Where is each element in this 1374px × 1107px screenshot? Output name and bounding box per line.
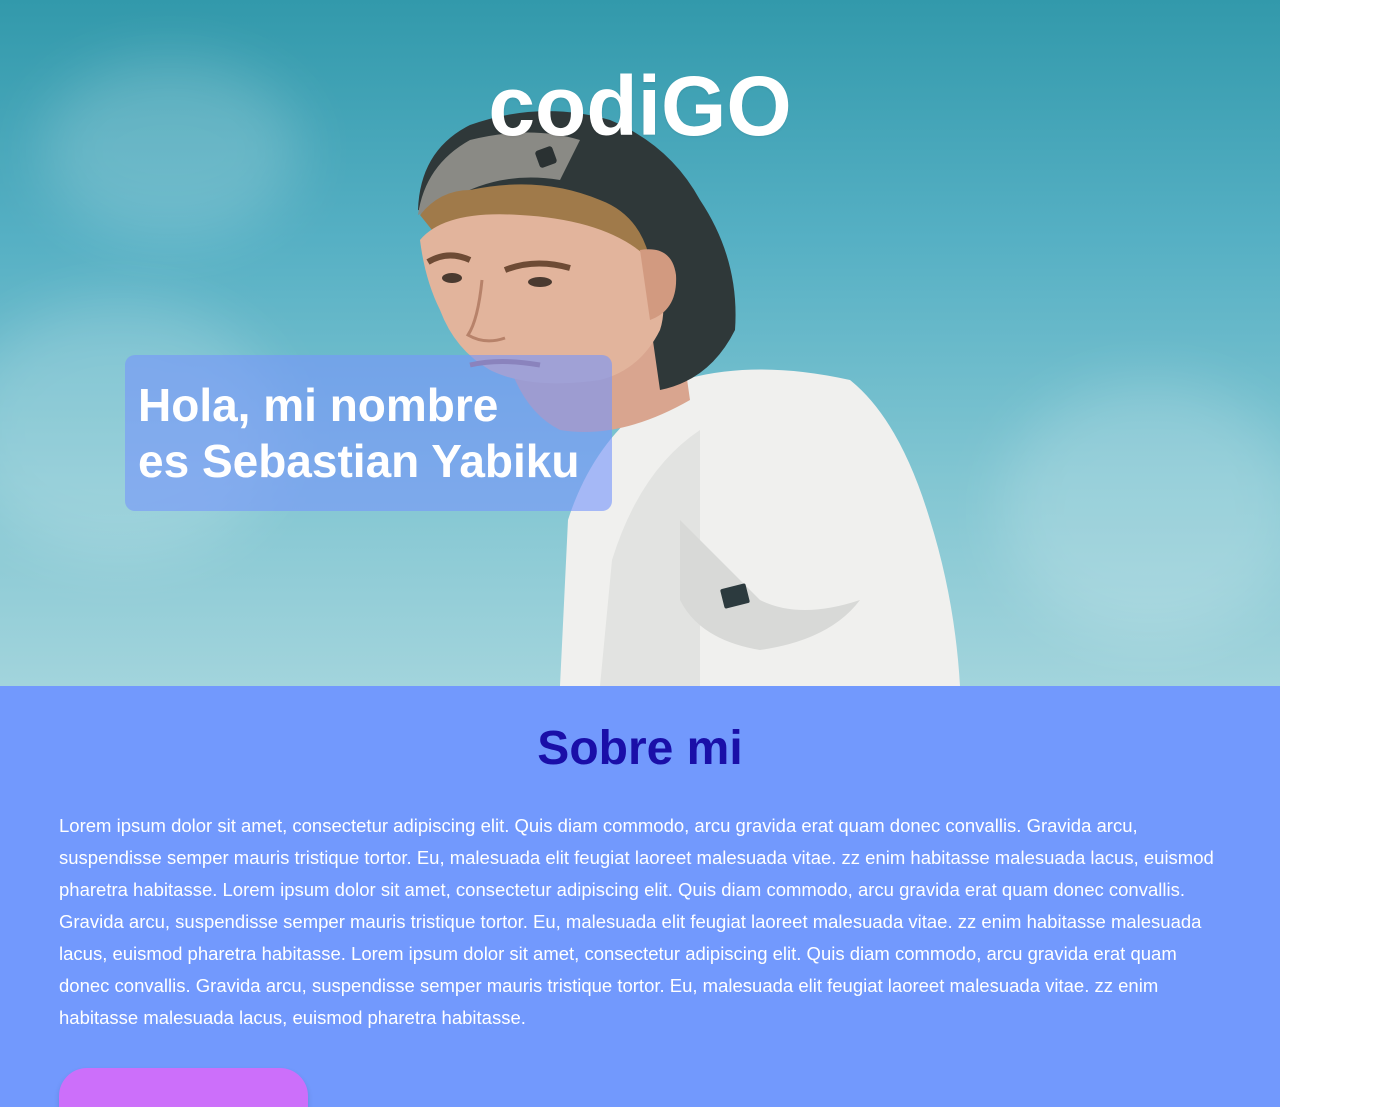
greeting-line-1: Hola, mi nombre [138,379,499,431]
view-cv-button[interactable]: Ver CV [59,1068,308,1107]
hero-section: codiGO Hola, mi nombre es Sebastian Yabi… [0,0,1280,686]
brand-logo-text[interactable]: codiGO [0,58,1280,154]
page: codiGO Hola, mi nombre es Sebastian Yabi… [0,0,1280,1107]
about-paragraph: Lorem ipsum dolor sit amet, consectetur … [59,815,1214,1028]
about-section: Sobre mi Lorem ipsum dolor sit amet, con… [0,686,1280,1107]
greeting-heading: Hola, mi nombre es Sebastian Yabiku [138,377,612,489]
greeting-line-2: es Sebastian Yabiku [138,435,580,487]
about-title: Sobre mi [537,722,743,775]
greeting-card: Hola, mi nombre es Sebastian Yabiku [125,355,612,511]
